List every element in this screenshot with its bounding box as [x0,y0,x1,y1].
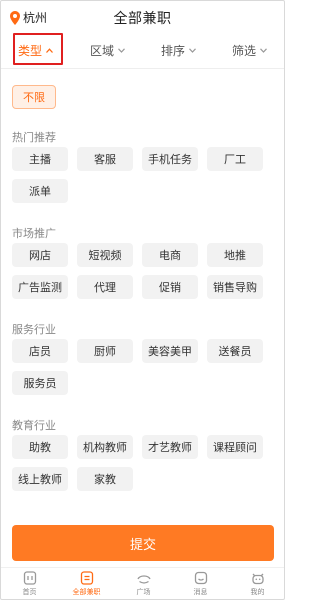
category-chip[interactable]: 机构教师 [77,435,133,459]
category-chip[interactable]: 地推 [207,243,263,267]
chevron-down-icon [189,47,196,53]
category-chip[interactable]: 店员 [12,339,68,363]
category-chip[interactable]: 才艺教师 [142,435,198,459]
tab-messages[interactable]: 消息 [172,570,229,599]
category-chip[interactable]: 服务员 [12,371,68,395]
category-chip[interactable]: 线上教师 [12,467,68,491]
filter-area-label: 区域 [90,43,115,58]
category-chip[interactable]: 客服 [77,147,133,171]
tab-plaza[interactable]: 广场 [115,570,172,599]
app-frame: 杭州 全部兼职 类型 区域 排序 筛选 不限 热门推荐 主播 客服 手机任务 厂… [0,0,285,600]
tab-label: 首页 [22,588,37,596]
filter-area[interactable]: 区域 [90,34,125,66]
tab-profile[interactable]: 我的 [229,570,284,599]
section-title-hot: 热门推荐 [12,131,56,144]
category-chip[interactable]: 送餐员 [207,339,263,363]
category-chip[interactable]: 代理 [77,275,133,299]
profile-icon [251,573,264,585]
filter-sort[interactable]: 排序 [161,34,196,66]
category-chip[interactable]: 手机任务 [142,147,198,171]
tab-label: 全部兼职 [72,588,101,596]
category-chip[interactable]: 家教 [77,467,133,491]
message-icon [194,571,207,585]
category-chip[interactable]: 短视频 [77,243,133,267]
section-title-education: 教育行业 [12,419,56,432]
bottom-tab-bar: 首页 全部兼职 广场 消息 我的 [1,567,284,599]
tab-all-jobs[interactable]: 全部兼职 [58,570,115,599]
chevron-down-icon [118,47,125,53]
filter-sort-label: 排序 [161,43,186,58]
active-filter-highlight [13,33,63,65]
page-title: 全部兼职 [113,11,172,27]
tab-label: 我的 [250,588,265,596]
tab-label: 消息 [193,588,208,596]
chevron-down-icon [260,47,267,53]
filter-type[interactable]: 类型 [13,33,63,66]
category-chip[interactable]: 主播 [12,147,68,171]
category-chip[interactable]: 厂工 [207,147,263,171]
filter-screen[interactable]: 筛选 [232,34,267,66]
category-chip[interactable]: 促销 [142,275,198,299]
tab-home[interactable]: 首页 [1,570,58,599]
section-title-market: 市场推广 [12,227,56,240]
filter-screen-label: 筛选 [232,43,257,58]
category-chip[interactable]: 销售导购 [207,275,263,299]
category-panel: 不限 热门推荐 主播 客服 手机任务 厂工 派单 市场推广 网店 短视频 电商 … [1,69,284,521]
plaza-icon [136,575,151,584]
category-chip[interactable]: 美容美甲 [142,339,198,363]
category-chip[interactable]: 电商 [142,243,198,267]
section-title-service: 服务行业 [12,323,56,336]
filter-bar: 类型 区域 排序 筛选 [1,33,284,66]
header: 杭州 全部兼职 [1,1,284,33]
category-chip[interactable]: 派单 [12,179,68,203]
category-chip[interactable]: 广告监测 [12,275,68,299]
category-chip[interactable]: 网店 [12,243,68,267]
unlimited-option[interactable]: 不限 [12,85,56,109]
category-chip[interactable]: 厨师 [77,339,133,363]
list-icon [80,571,93,585]
tab-label: 广场 [136,588,151,596]
category-chip[interactable]: 助教 [12,435,68,459]
home-icon [23,571,36,585]
category-chip[interactable]: 课程顾问 [207,435,263,459]
submit-button[interactable]: 提交 [12,525,274,561]
